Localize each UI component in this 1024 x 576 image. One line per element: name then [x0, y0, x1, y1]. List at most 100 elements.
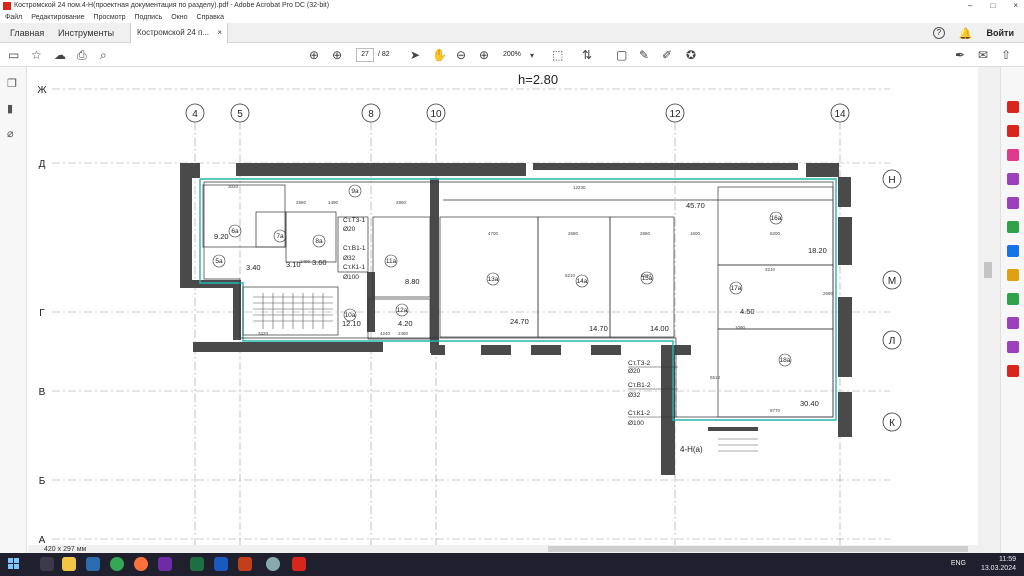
- zoom-out-icon[interactable]: ⊖: [456, 48, 466, 62]
- left-navigation-panel: ❐ ▮ ⌀: [0, 67, 27, 553]
- comment-tool-icon[interactable]: [1007, 197, 1019, 209]
- app-icon[interactable]: [158, 557, 172, 571]
- pages-thumbnail-icon[interactable]: ❐: [7, 77, 17, 90]
- bookmark-star-icon[interactable]: ☆: [31, 48, 42, 62]
- dim-3: 1490: [328, 200, 339, 205]
- send-comments-icon[interactable]: [1007, 365, 1019, 377]
- scroll-mode-icon[interactable]: ⇅: [582, 48, 592, 62]
- riser-v1-1-dia: Ø32: [343, 255, 356, 262]
- menu-window[interactable]: Окно: [171, 12, 187, 23]
- menu-file[interactable]: Файл: [5, 12, 22, 23]
- dim-14: 2480: [398, 331, 409, 336]
- create-pdf-icon[interactable]: [1007, 125, 1019, 137]
- organize-pages-icon[interactable]: [1007, 173, 1019, 185]
- tabbar-right: ? 🔔 Войти: [932, 23, 1014, 43]
- highlight-pen-icon[interactable]: ✎: [639, 48, 649, 62]
- protect-icon[interactable]: [1007, 269, 1019, 281]
- room-16a: 16а: [771, 215, 782, 222]
- area-16a: 18.20: [808, 246, 827, 255]
- chrome-icon[interactable]: [110, 557, 124, 571]
- signin-button[interactable]: Войти: [987, 28, 1014, 38]
- print-icon[interactable]: ⎙: [77, 48, 87, 63]
- hand-tool-icon[interactable]: ✋: [432, 48, 447, 62]
- close-window-button[interactable]: ×: [1013, 0, 1018, 12]
- page-number-input[interactable]: 27: [356, 48, 374, 62]
- excel-icon[interactable]: [190, 557, 204, 571]
- compress-icon[interactable]: [1007, 293, 1019, 305]
- riser-v1-2-dia: Ø32: [628, 392, 641, 399]
- mail-icon[interactable]: ✉: [978, 48, 988, 62]
- horizontal-scrollbar[interactable]: [28, 545, 978, 553]
- axis-row-m: М: [888, 276, 896, 287]
- edit-pdf-icon[interactable]: [1007, 149, 1019, 161]
- select-cursor-icon[interactable]: ➤: [410, 48, 420, 62]
- next-page-icon[interactable]: ⊕: [332, 48, 342, 62]
- sign-icon[interactable]: ✒: [955, 48, 965, 62]
- attachment-icon[interactable]: ⌀: [7, 127, 14, 140]
- export-pdf-icon[interactable]: [1007, 101, 1019, 113]
- room-9a: 9а: [351, 188, 359, 195]
- draw-icon[interactable]: ✐: [662, 48, 672, 62]
- zoom-select[interactable]: 200%: [503, 51, 521, 58]
- axis-row-n: Н: [888, 175, 895, 186]
- tab-close-button[interactable]: ×: [217, 23, 222, 43]
- powerpoint-icon[interactable]: [238, 557, 252, 571]
- comment-icon[interactable]: ▢: [616, 48, 627, 62]
- area-5a: 3.40: [246, 263, 261, 272]
- clock[interactable]: 11:59 13.03.2024: [981, 555, 1016, 573]
- axis-row-g: Г: [39, 308, 45, 319]
- zoom-in-icon[interactable]: ⊕: [479, 48, 489, 62]
- dim-1: 3020: [228, 184, 239, 189]
- axis-row-b: Б: [39, 476, 46, 487]
- horizontal-scroll-thumb[interactable]: [548, 546, 968, 552]
- document-view[interactable]: h=2.80 4 5 8 10 12 14 Ж Д Г В Б А Н М Л …: [28, 67, 978, 545]
- stamp-icon[interactable]: ✪: [686, 48, 696, 62]
- file-explorer-icon[interactable]: [62, 557, 76, 571]
- tab-home[interactable]: Главная: [0, 23, 54, 43]
- area-13a: 24.70: [510, 317, 529, 326]
- room-10a: 10а: [345, 312, 356, 319]
- help-icon[interactable]: ?: [932, 27, 945, 39]
- acrobat-taskbar-icon[interactable]: [292, 557, 306, 571]
- share-icon[interactable]: ⇧: [1001, 48, 1011, 62]
- cloud-upload-icon[interactable]: ☁: [54, 48, 66, 62]
- app-icon-2[interactable]: [266, 557, 280, 571]
- prev-page-icon[interactable]: ⊕: [309, 48, 319, 62]
- axis-row-d: Д: [39, 159, 46, 170]
- riser-t3-1: Ст.Т3-1: [343, 217, 366, 224]
- fit-page-icon[interactable]: ⬚: [552, 48, 563, 62]
- bookmarks-icon[interactable]: ▮: [7, 102, 13, 115]
- search-icon[interactable]: ⌕: [100, 48, 107, 63]
- dim-17: 5210: [565, 273, 576, 278]
- menu-sign[interactable]: Подпись: [135, 12, 163, 23]
- vertical-scroll-thumb[interactable]: [984, 262, 992, 278]
- bell-icon[interactable]: 🔔: [959, 27, 973, 40]
- task-view-icon[interactable]: [40, 557, 54, 571]
- room-7a: 7а: [276, 233, 284, 240]
- word-icon[interactable]: [86, 557, 100, 571]
- clock-time: 11:59: [999, 556, 1016, 563]
- floor-plan-drawing: h=2.80 4 5 8 10 12 14 Ж Д Г В Б А Н М Л …: [37, 72, 902, 545]
- tab-document[interactable]: Костромской 24 п... ×: [130, 23, 228, 43]
- firefox-icon[interactable]: [134, 557, 148, 571]
- axis-row-zh: Ж: [37, 85, 47, 96]
- windows-start-icon[interactable]: [8, 558, 20, 570]
- area-main: 45.70: [686, 201, 705, 210]
- window-controls: – □ ×: [968, 0, 1018, 12]
- minimize-button[interactable]: –: [968, 0, 972, 12]
- tab-tools[interactable]: Инструменты: [48, 23, 124, 43]
- dim-12: 1090: [735, 325, 746, 330]
- menu-help[interactable]: Справка: [197, 12, 224, 23]
- word-doc-icon[interactable]: [214, 557, 228, 571]
- scan-ocr-icon[interactable]: [1007, 221, 1019, 233]
- fill-sign-icon[interactable]: [1007, 245, 1019, 257]
- language-indicator[interactable]: ENG: [951, 560, 966, 567]
- menu-view[interactable]: Просмотр: [94, 12, 126, 23]
- menu-edit[interactable]: Редактирование: [31, 12, 84, 23]
- maximize-button[interactable]: □: [990, 0, 995, 12]
- more-tools-icon[interactable]: [1007, 317, 1019, 329]
- zoom-dropdown-icon[interactable]: ▾: [530, 51, 534, 60]
- save-icon[interactable]: ▭: [8, 48, 19, 62]
- redact-icon[interactable]: [1007, 341, 1019, 353]
- vertical-scrollbar[interactable]: [978, 67, 1000, 553]
